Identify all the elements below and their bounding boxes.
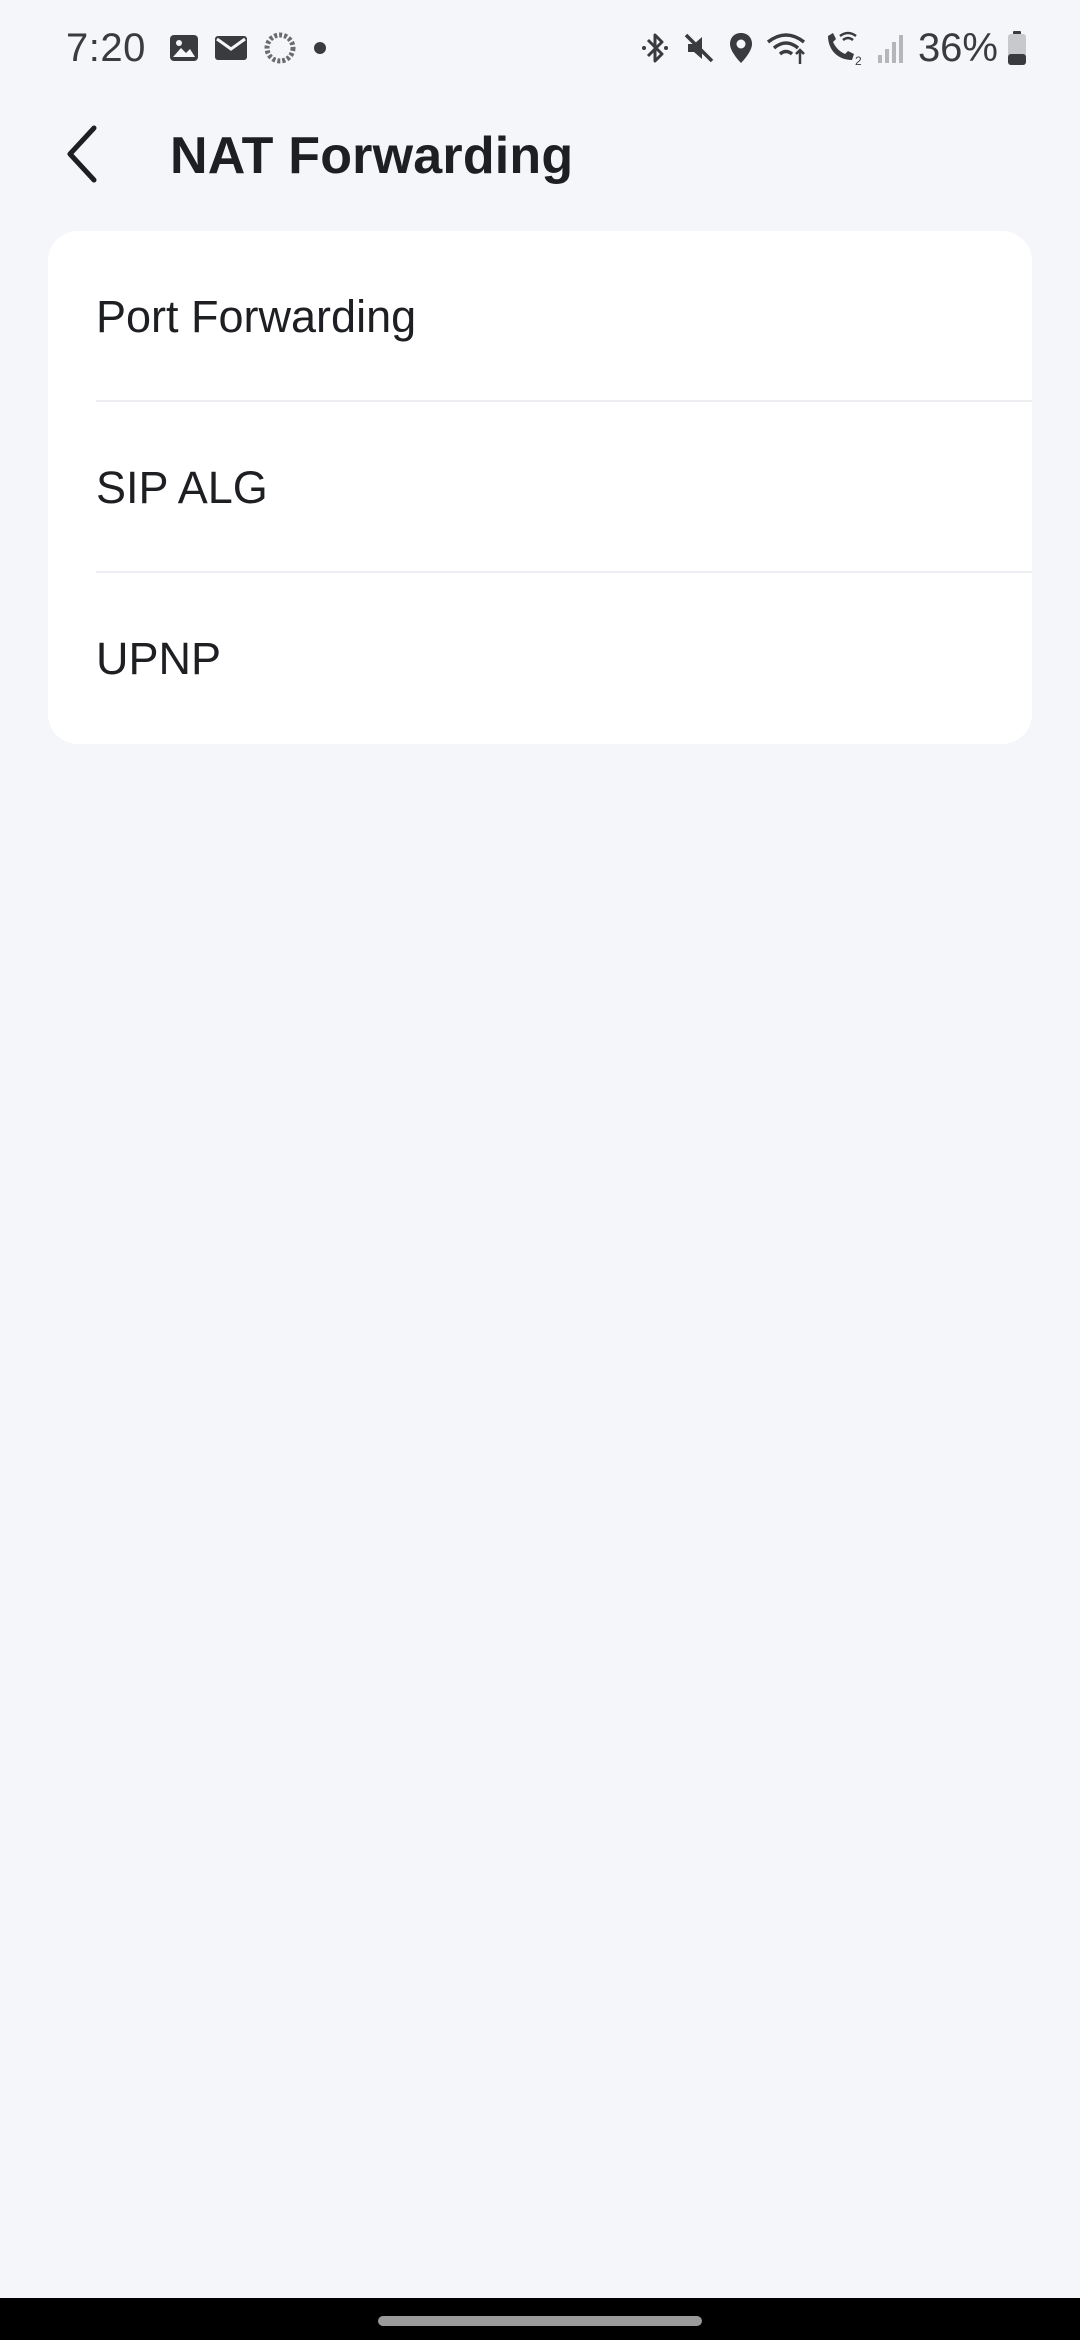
app-bar: NAT Forwarding — [0, 96, 1080, 216]
home-handle[interactable] — [378, 2316, 702, 2326]
svg-text:2: 2 — [855, 54, 862, 66]
chevron-left-icon — [62, 124, 102, 189]
list-item-label: SIP ALG — [96, 461, 268, 513]
menu-card: Port Forwarding SIP ALG UPNP — [48, 231, 1032, 744]
status-time: 7:20 — [66, 25, 146, 70]
list-item-sip-alg[interactable]: SIP ALG — [48, 402, 1032, 573]
list-item-upnp[interactable]: UPNP — [48, 573, 1032, 744]
navigation-bar — [0, 2298, 1080, 2340]
battery-icon — [1006, 30, 1028, 66]
mail-icon — [214, 34, 248, 62]
wifi-call-icon: 2 — [822, 30, 864, 66]
sync-icon — [262, 30, 298, 66]
status-bar-right: 2 36% — [640, 26, 1028, 71]
page-title: NAT Forwarding — [170, 127, 574, 185]
battery-percent: 36% — [917, 25, 998, 70]
bluetooth-icon — [640, 31, 670, 65]
list-item-label: UPNP — [96, 632, 222, 684]
location-icon — [728, 31, 754, 65]
list-item-label: Port Forwarding — [96, 290, 417, 342]
screen: 7:20 2 36% NAT Forwarding Port Forwardin… — [0, 0, 1080, 2340]
gallery-icon — [168, 32, 200, 64]
wifi-icon — [766, 30, 810, 66]
list-item-port-forwarding[interactable]: Port Forwarding — [48, 231, 1032, 402]
status-bar-left: 7:20 — [66, 26, 342, 71]
mute-icon — [682, 31, 716, 65]
dot-icon — [312, 40, 328, 56]
signal-icon — [876, 31, 906, 65]
back-button[interactable] — [44, 118, 120, 194]
status-bar: 7:20 2 36% — [0, 0, 1080, 96]
